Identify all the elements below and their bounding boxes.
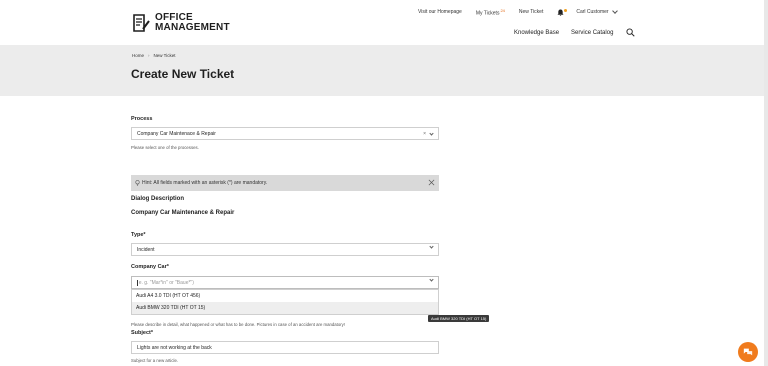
notification-dot [564,8,568,12]
chat-icon [743,348,753,356]
breadcrumb-separator-icon: › [148,53,150,58]
process-label: Process [131,116,153,122]
breadcrumb-home[interactable]: Home [132,53,144,58]
subject-label: Subject* [131,330,154,336]
chevron-down-icon [611,8,618,15]
chat-button[interactable] [738,342,758,362]
brand-line-2: MANAGEMENT [155,22,230,33]
clear-icon[interactable]: × [423,131,426,137]
page-banner: Home › New Ticket Create New Ticket [0,45,764,96]
my-tickets-label: My Tickets [475,10,500,17]
chevron-down-icon[interactable] [429,244,434,249]
dropdown-option[interactable]: Audi BMW 320 TDI (HT OT 15) [132,302,438,314]
process-help: Please select one of the processes. [131,145,199,150]
page-scrollbar[interactable] [764,0,768,366]
dialog-description-label: Dialog Description [131,196,185,202]
main-nav: Knowledge Base Service Catalog [514,28,636,37]
text-cursor [137,279,138,286]
chevron-down-icon[interactable] [429,130,434,136]
lightbulb-icon [135,180,140,186]
hint-text: Hint: All fields marked with an asterisk… [142,180,268,186]
type-value: Incident [137,246,155,253]
company-car-label: Company Car* [131,264,169,270]
site-header: OFFICE MANAGEMENT Visit our Homepage My … [0,0,764,45]
company-car-dropdown: Audi A4 3.0 TDI (HT OT 456) Audi BMW 320… [131,289,439,315]
description-help: Please describe in detail, what happened… [131,322,346,327]
company-car-input[interactable]: e. g. "Mar*in" or "Baue*") [131,276,439,289]
type-label: Type* [131,232,146,238]
brand-logo[interactable]: OFFICE MANAGEMENT [132,13,230,33]
breadcrumb-current: New Ticket [153,53,176,58]
type-select[interactable]: Incident [131,243,439,256]
mandatory-hint: Hint: All fields marked with an asterisk… [131,175,439,191]
user-name: Carl Customer [576,9,609,16]
new-ticket-link[interactable]: New Ticket [519,9,543,15]
tickets-count-badge: 24 [500,8,505,13]
company-car-placeholder: e. g. "Mar*in" or "Baue*") [138,279,194,286]
homepage-link[interactable]: Visit our Homepage [418,9,462,15]
page-title: Create New Ticket [131,67,235,81]
notifications-bell-icon[interactable] [557,8,568,16]
service-catalog-link[interactable]: Service Catalog [571,30,613,36]
search-icon[interactable] [626,28,636,37]
dialog-description-value: Company Car Maintenance & Repair [131,210,235,216]
option-tooltip: Audi BMW 320 TDI (HT OT 15) [428,315,490,322]
my-tickets-link[interactable]: My Tickets24 [476,8,505,17]
subject-input[interactable]: Lights are not working at the back [131,341,439,354]
brand-name: OFFICE MANAGEMENT [155,13,230,33]
breadcrumb: Home › New Ticket [132,53,176,58]
dropdown-option[interactable]: Audi A4 3.0 TDI (HT OT 456) [132,290,438,302]
logo-icon [133,14,150,32]
close-icon[interactable] [428,179,435,186]
knowledge-base-link[interactable]: Knowledge Base [514,30,559,36]
user-menu[interactable]: Carl Customer [576,8,618,16]
subject-value: Lights are not working at the back [137,344,212,351]
process-value: Company Car Maintenace & Repair [137,130,216,137]
process-select[interactable]: Company Car Maintenace & Repair × [131,127,439,140]
subject-help: Subject for a new article. [131,358,179,363]
top-nav: Visit our Homepage My Tickets24 New Tick… [418,8,618,17]
chevron-down-icon[interactable] [429,277,434,282]
